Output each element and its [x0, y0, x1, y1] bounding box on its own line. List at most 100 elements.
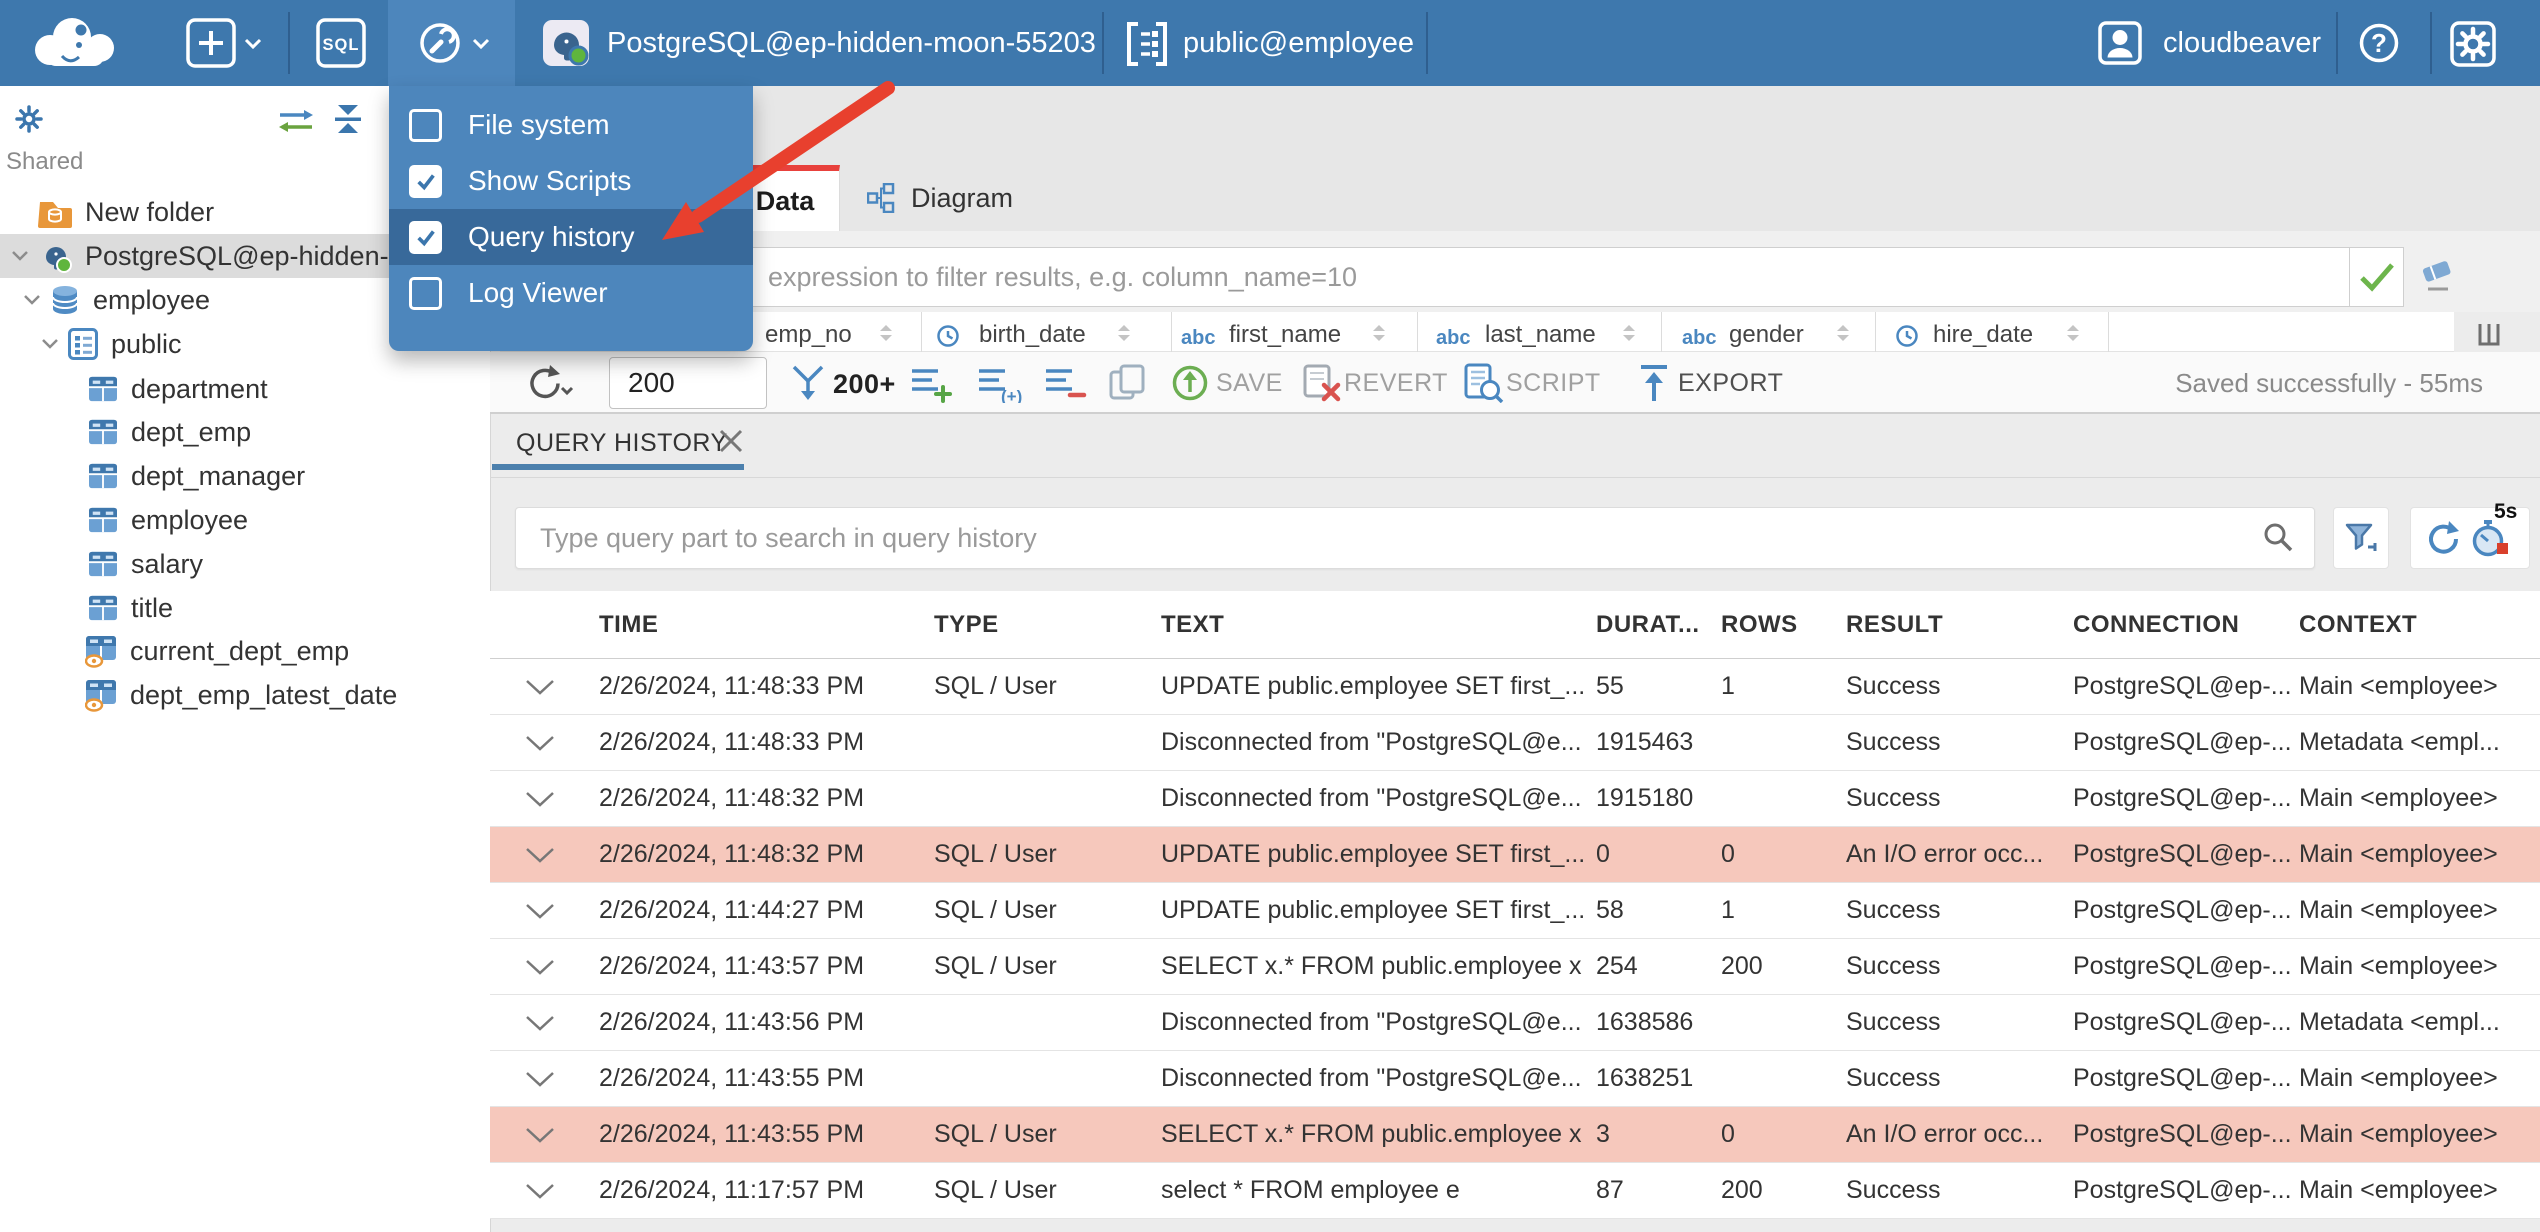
- query-history-row[interactable]: 2/26/2024, 11:17:57 PM SQL / User select…: [490, 1163, 2540, 1219]
- fetch-more-label[interactable]: 200+: [833, 369, 896, 400]
- row-limit-input[interactable]: [609, 357, 767, 409]
- tools-menu-button[interactable]: [388, 0, 515, 86]
- refresh-data-button[interactable]: [522, 363, 576, 403]
- schema-context-name[interactable]: public@employee: [1183, 27, 1414, 60]
- script-icon[interactable]: [1462, 363, 1504, 403]
- header-result[interactable]: RESULT: [1837, 591, 2064, 658]
- revert-icon[interactable]: [1300, 363, 1344, 403]
- grid-columns-settings-icon[interactable]: [2476, 322, 2502, 348]
- add-row-button[interactable]: [910, 365, 954, 403]
- user-name[interactable]: cloudbeaver: [2163, 27, 2321, 60]
- expand-chevron-icon[interactable]: [24, 295, 40, 305]
- query-history-search-input[interactable]: [515, 507, 2315, 569]
- header-connection[interactable]: CONNECTION: [2064, 591, 2290, 658]
- header-time[interactable]: TIME: [590, 591, 925, 658]
- column-header-birth-date[interactable]: birth_date: [979, 321, 1086, 349]
- row-expand-chevron-icon[interactable]: [525, 679, 555, 695]
- column-divider: [2108, 312, 2109, 352]
- row-expand-chevron-icon[interactable]: [525, 735, 555, 751]
- revert-button[interactable]: REVERT: [1344, 369, 1448, 398]
- header-rows[interactable]: ROWS: [1712, 591, 1837, 658]
- query-history-row-error[interactable]: 2/26/2024, 11:43:55 PM SQL / User SELECT…: [490, 1107, 2540, 1163]
- row-expand-chevron-icon[interactable]: [525, 1127, 555, 1143]
- export-button[interactable]: EXPORT: [1678, 369, 1783, 398]
- text-type-icon: abc: [1436, 327, 1471, 349]
- filter-query-history-button[interactable]: [2333, 507, 2389, 569]
- copy-icon[interactable]: [1108, 363, 1148, 403]
- query-history-row[interactable]: 2/26/2024, 11:48:32 PM Disconnected from…: [490, 771, 2540, 827]
- row-expand-chevron-icon[interactable]: [525, 959, 555, 975]
- column-header-hire-date[interactable]: hire_date: [1933, 321, 2033, 349]
- column-header-gender[interactable]: gender: [1729, 321, 1804, 349]
- new-object-button[interactable]: [186, 18, 236, 68]
- expand-chevron-icon[interactable]: [42, 339, 58, 349]
- checkbox-log-viewer[interactable]: [409, 276, 442, 310]
- save-icon[interactable]: [1170, 363, 1210, 403]
- menu-item-query-history[interactable]: Query history: [389, 209, 753, 265]
- menu-item-show-scripts[interactable]: Show Scripts: [389, 153, 753, 209]
- sidebar-item-table-employee[interactable]: employee: [0, 498, 578, 542]
- help-button[interactable]: ?: [2357, 21, 2401, 65]
- checkbox-file-system[interactable]: [409, 108, 442, 142]
- connection-name[interactable]: PostgreSQL@ep-hidden-moon-55203: [607, 27, 1096, 60]
- header-text[interactable]: TEXT: [1152, 591, 1587, 658]
- expand-chevron-icon[interactable]: [12, 251, 28, 261]
- row-expand-chevron-icon[interactable]: [525, 1183, 555, 1199]
- fetch-more-icon[interactable]: [791, 364, 825, 402]
- query-history-row-error[interactable]: 2/26/2024, 11:48:32 PM SQL / User UPDATE…: [490, 827, 2540, 883]
- sort-icon[interactable]: [1837, 325, 1849, 341]
- column-header-emp-no[interactable]: emp_no: [765, 321, 852, 349]
- query-history-row[interactable]: 2/26/2024, 11:44:27 PM SQL / User UPDATE…: [490, 883, 2540, 939]
- duplicate-row-button[interactable]: (+): [977, 365, 1023, 403]
- header-context[interactable]: CONTEXT: [2290, 591, 2540, 658]
- refresh-history-icon[interactable]: [2423, 519, 2461, 557]
- sidebar-item-view-dept-emp-latest-date[interactable]: dept_emp_latest_date: [0, 673, 575, 717]
- tree-item-label: New folder: [85, 196, 215, 227]
- query-history-row[interactable]: 2/26/2024, 11:43:57 PM SQL / User SELECT…: [490, 939, 2540, 995]
- sort-icon[interactable]: [1373, 325, 1385, 341]
- column-header-last-name[interactable]: last_name: [1485, 321, 1596, 349]
- query-history-row[interactable]: 2/26/2024, 11:48:33 PM SQL / User UPDATE…: [490, 659, 2540, 715]
- sql-editor-button[interactable]: SQL: [316, 18, 366, 68]
- checkbox-show-scripts[interactable]: [409, 164, 442, 198]
- row-expand-chevron-icon[interactable]: [525, 1071, 555, 1087]
- sidebar-item-table-salary[interactable]: salary: [0, 542, 578, 586]
- sort-icon[interactable]: [880, 325, 892, 341]
- clear-filter-eraser-icon[interactable]: [2418, 258, 2458, 296]
- settings-gear-button[interactable]: [2450, 21, 2496, 67]
- query-history-tab[interactable]: QUERY HISTORY: [516, 429, 728, 458]
- save-button[interactable]: SAVE: [1216, 369, 1283, 398]
- row-expand-chevron-icon[interactable]: [525, 1015, 555, 1031]
- sort-icon[interactable]: [2067, 325, 2079, 341]
- query-history-row[interactable]: 2/26/2024, 11:43:56 PM Disconnected from…: [490, 995, 2540, 1051]
- tab-diagram[interactable]: Diagram: [841, 165, 1039, 231]
- header-duration[interactable]: DURAT...: [1587, 591, 1712, 658]
- delete-row-button[interactable]: [1044, 365, 1088, 403]
- sort-icon[interactable]: [1623, 325, 1635, 341]
- row-expand-chevron-icon[interactable]: [525, 847, 555, 863]
- row-expand-chevron-icon[interactable]: [525, 791, 555, 807]
- sync-connections-icon[interactable]: [278, 108, 314, 134]
- sort-icon[interactable]: [1118, 325, 1130, 341]
- column-header-first-name[interactable]: first_name: [1229, 321, 1341, 349]
- collapse-all-icon[interactable]: [332, 105, 364, 133]
- script-button[interactable]: SCRIPT: [1506, 369, 1601, 398]
- query-history-row[interactable]: 2/26/2024, 11:48:33 PM Disconnected from…: [490, 715, 2540, 771]
- sidebar-item-table-dept-emp[interactable]: dept_emp: [0, 410, 578, 454]
- panel-divider[interactable]: [490, 477, 2540, 478]
- new-object-chevron-icon[interactable]: [244, 38, 262, 49]
- query-history-row[interactable]: 2/26/2024, 11:43:55 PM Disconnected from…: [490, 1051, 2540, 1107]
- row-expand-chevron-icon[interactable]: [525, 903, 555, 919]
- sidebar-settings-gear-icon[interactable]: [14, 104, 44, 134]
- menu-item-log-viewer[interactable]: Log Viewer: [389, 265, 753, 321]
- menu-item-file-system[interactable]: File system: [389, 97, 753, 153]
- export-icon[interactable]: [1636, 363, 1672, 403]
- checkmark-icon: [415, 170, 437, 192]
- sidebar-item-table-dept-manager[interactable]: dept_manager: [0, 454, 578, 498]
- apply-filter-button[interactable]: [2350, 247, 2404, 307]
- close-tab-icon[interactable]: [718, 428, 744, 454]
- checkbox-query-history[interactable]: [409, 220, 442, 254]
- sidebar-item-view-current-dept-emp[interactable]: current_dept_emp: [0, 629, 575, 673]
- filter-expression-input[interactable]: [505, 247, 2350, 307]
- header-type[interactable]: TYPE: [925, 591, 1152, 658]
